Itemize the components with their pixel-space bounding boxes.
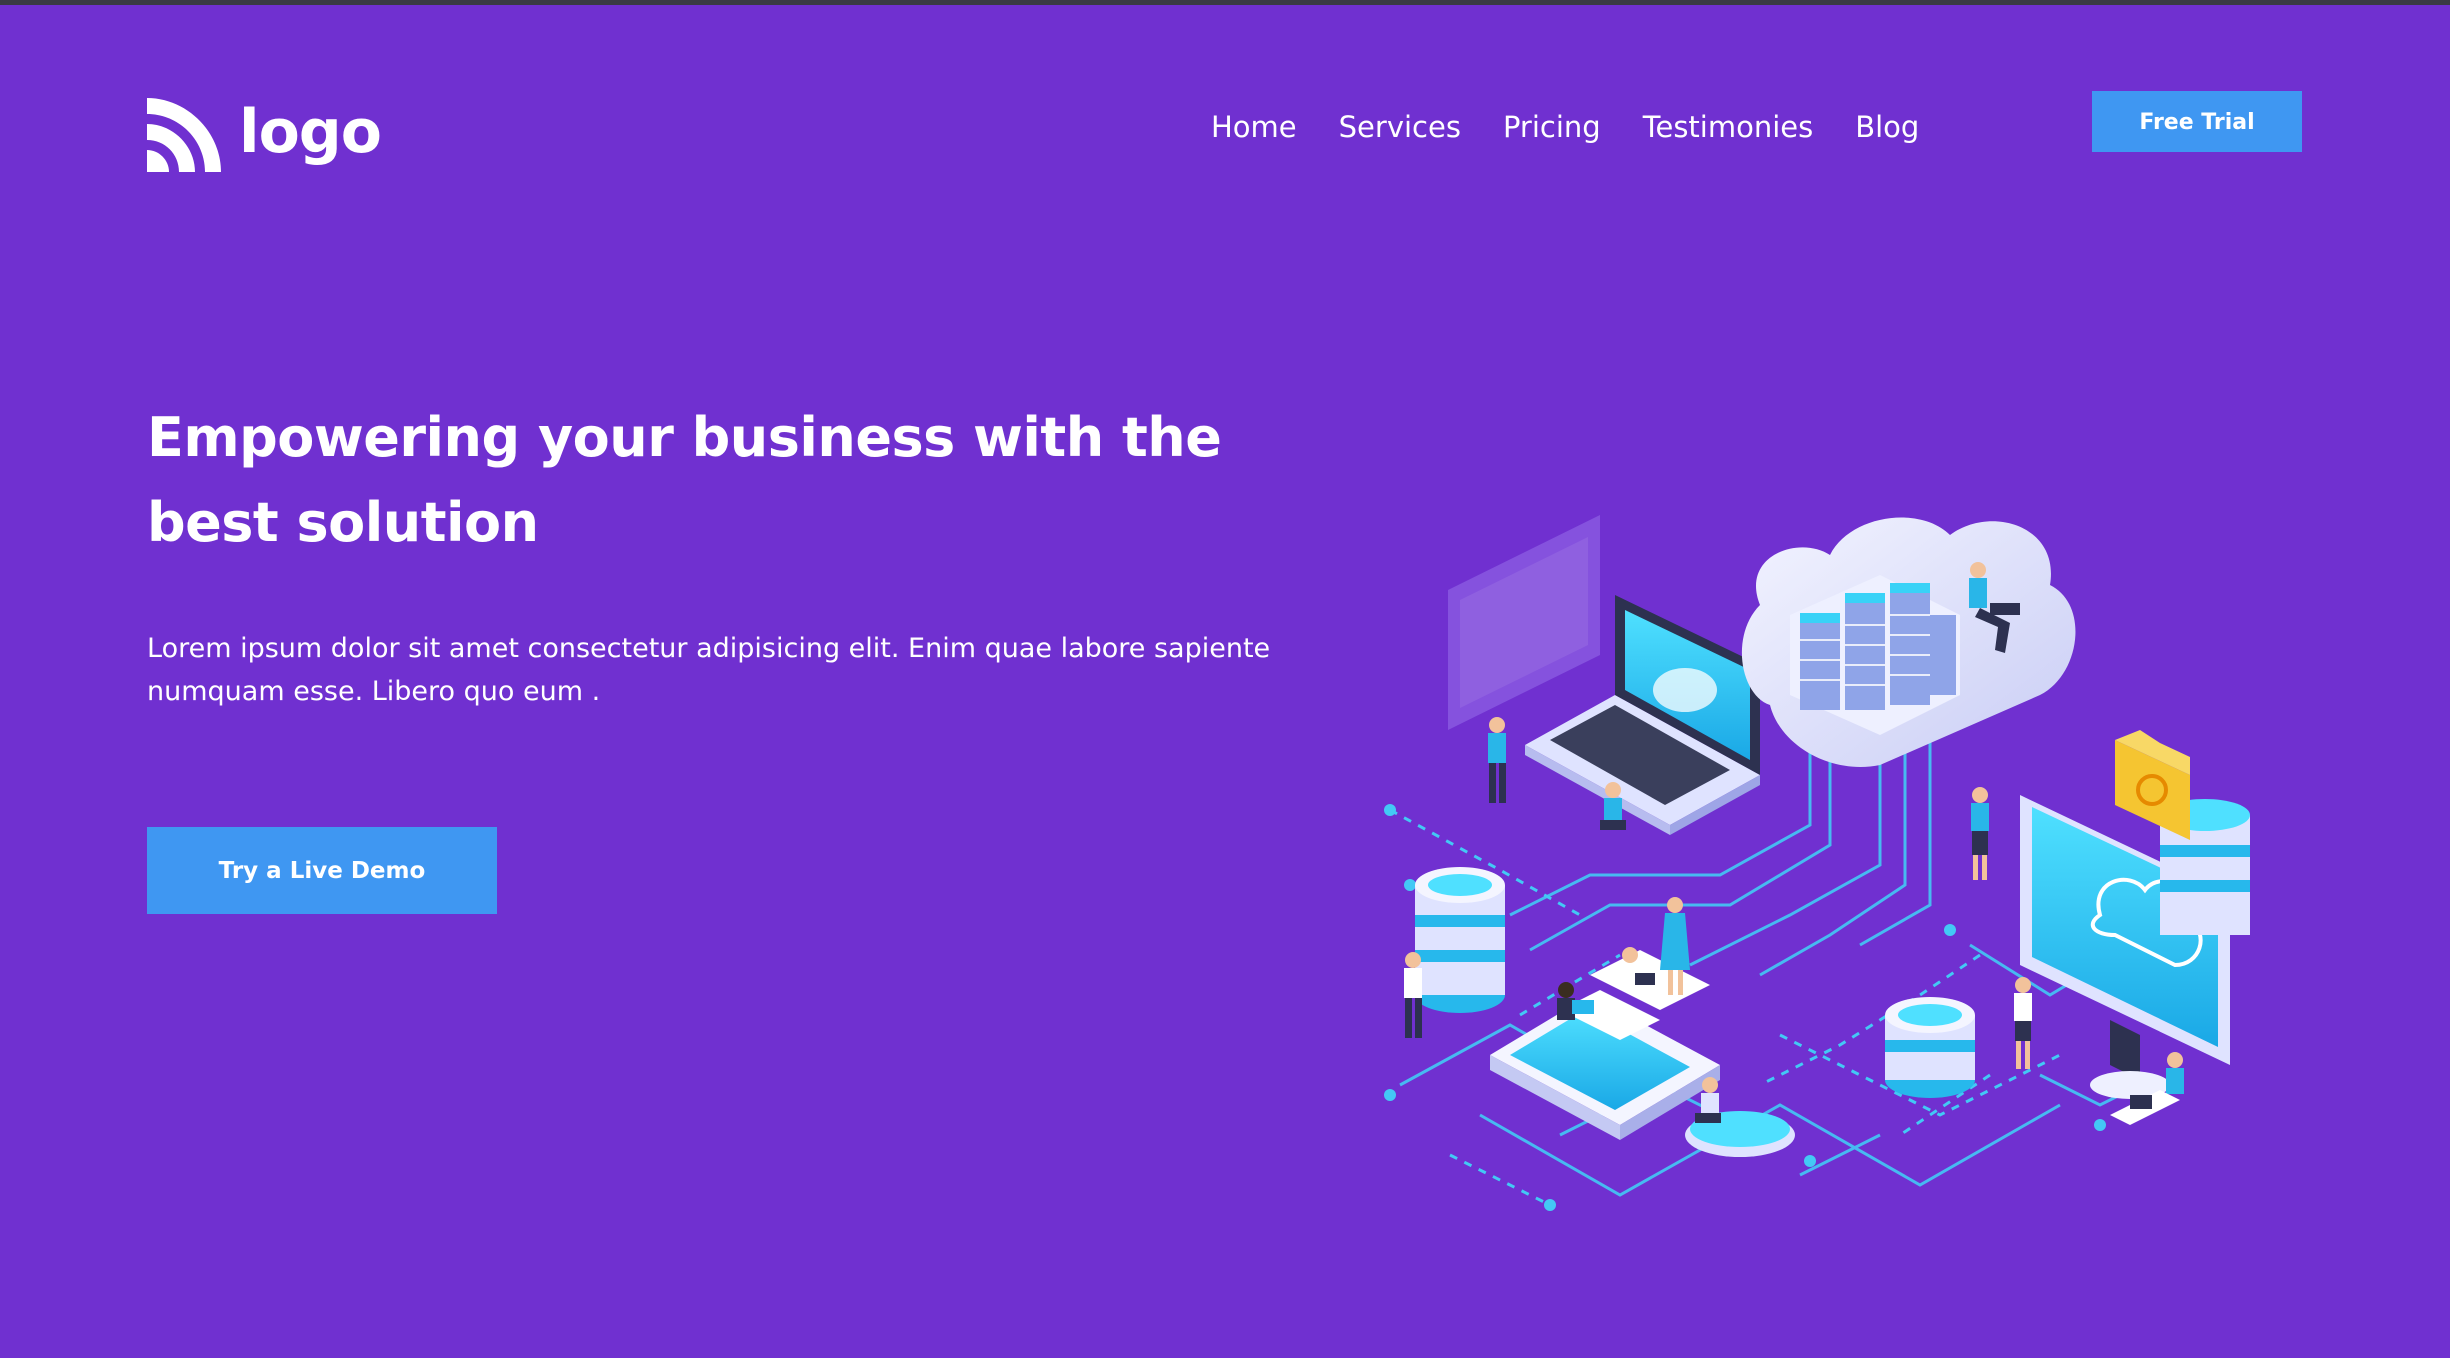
hero-subtitle: Lorem ipsum dolor sit amet consectetur a… (147, 633, 1271, 707)
folder-sync-icon (2115, 730, 2190, 840)
database-left (1415, 867, 1505, 1013)
cloud-servers (1741, 517, 2076, 767)
nav-item-blog[interactable]: Blog (1855, 107, 1919, 147)
nav-item-testimonies[interactable]: Testimonies (1643, 107, 1814, 147)
phone-platform (1490, 950, 1720, 1140)
database-right (1885, 997, 1975, 1098)
glass-panel (1448, 515, 1600, 730)
logo-text: logo (239, 97, 382, 167)
landing-page: logo Home Services Pricing Testimonies B… (0, 0, 2450, 1361)
main-nav: Home Services Pricing Testimonies Blog (1211, 107, 1919, 147)
rss-arcs-icon (147, 98, 221, 172)
nav-item-home[interactable]: Home (1211, 107, 1297, 147)
nav-item-services[interactable]: Services (1339, 107, 1461, 147)
isometric-cloud-network-illustration (1384, 515, 2250, 1211)
nav-item-pricing[interactable]: Pricing (1503, 107, 1601, 147)
brand-logo[interactable]: logo (147, 97, 382, 172)
live-demo-button[interactable]: Try a Live Demo (147, 827, 497, 914)
hero-title: Empowering your business with the best s… (147, 406, 1222, 554)
free-trial-button[interactable]: Free Trial (2092, 91, 2302, 152)
